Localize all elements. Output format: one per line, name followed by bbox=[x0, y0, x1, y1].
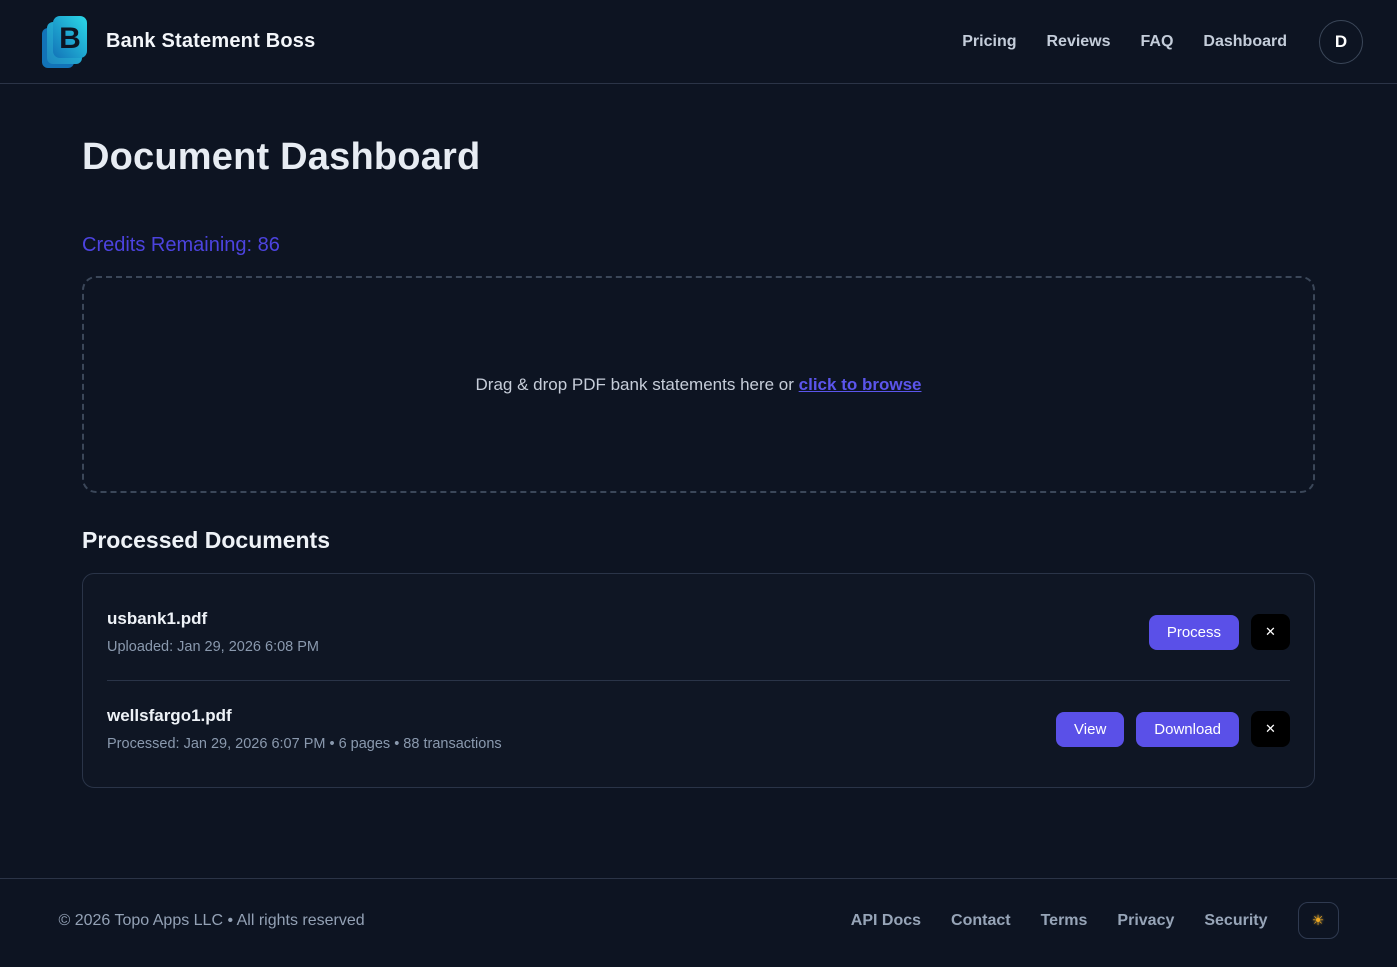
footer-link-terms[interactable]: Terms bbox=[1041, 912, 1088, 930]
credits-remaining: Credits Remaining: 86 bbox=[82, 234, 1315, 257]
document-actions: View Download ✕ bbox=[1056, 711, 1290, 747]
app-footer: © 2026 Topo Apps LLC • All rights reserv… bbox=[0, 878, 1397, 967]
nav-faq[interactable]: FAQ bbox=[1141, 33, 1174, 51]
document-actions: Process ✕ bbox=[1149, 614, 1290, 650]
app-logo-icon: B bbox=[40, 14, 90, 70]
app-title: Bank Statement Boss bbox=[106, 30, 315, 53]
upload-dropzone[interactable]: Drag & drop PDF bank statements here or … bbox=[82, 276, 1315, 493]
document-info: usbank1.pdf Uploaded: Jan 29, 2026 6:08 … bbox=[107, 609, 319, 655]
document-row: usbank1.pdf Uploaded: Jan 29, 2026 6:08 … bbox=[107, 584, 1290, 680]
close-icon: ✕ bbox=[1265, 721, 1276, 737]
footer-link-security[interactable]: Security bbox=[1204, 912, 1267, 930]
copyright-text: © 2026 Topo Apps LLC • All rights reserv… bbox=[59, 912, 365, 930]
documents-card: usbank1.pdf Uploaded: Jan 29, 2026 6:08 … bbox=[82, 573, 1315, 788]
browse-files-link[interactable]: click to browse bbox=[799, 375, 922, 394]
remove-document-button[interactable]: ✕ bbox=[1251, 711, 1290, 747]
view-button[interactable]: View bbox=[1056, 712, 1124, 747]
footer-link-api-docs[interactable]: API Docs bbox=[851, 912, 921, 930]
main-content: Document Dashboard Credits Remaining: 86… bbox=[82, 84, 1315, 878]
process-button[interactable]: Process bbox=[1149, 615, 1239, 650]
document-name: usbank1.pdf bbox=[107, 609, 319, 629]
main-nav: Pricing Reviews FAQ Dashboard D bbox=[962, 20, 1363, 64]
nav-reviews[interactable]: Reviews bbox=[1046, 33, 1110, 51]
dropzone-instruction: Drag & drop PDF bank statements here or bbox=[476, 375, 799, 394]
download-button[interactable]: Download bbox=[1136, 712, 1239, 747]
svg-text:B: B bbox=[59, 22, 81, 55]
brand[interactable]: B Bank Statement Boss bbox=[40, 14, 315, 70]
page-title: Document Dashboard bbox=[82, 136, 1315, 179]
dropzone-text: Drag & drop PDF bank statements here or … bbox=[476, 375, 922, 395]
footer-link-privacy[interactable]: Privacy bbox=[1117, 912, 1174, 930]
document-name: wellsfargo1.pdf bbox=[107, 706, 502, 726]
user-avatar[interactable]: D bbox=[1319, 20, 1363, 64]
app-header: B Bank Statement Boss Pricing Reviews FA… bbox=[0, 0, 1397, 84]
processed-documents-heading: Processed Documents bbox=[82, 527, 1315, 554]
document-row: wellsfargo1.pdf Processed: Jan 29, 2026 … bbox=[107, 680, 1290, 777]
document-meta: Processed: Jan 29, 2026 6:07 PM • 6 page… bbox=[107, 736, 502, 752]
theme-toggle-button[interactable]: ☀ bbox=[1298, 902, 1339, 939]
nav-dashboard[interactable]: Dashboard bbox=[1203, 33, 1287, 51]
remove-document-button[interactable]: ✕ bbox=[1251, 614, 1290, 650]
nav-pricing[interactable]: Pricing bbox=[962, 33, 1016, 51]
footer-link-contact[interactable]: Contact bbox=[951, 912, 1011, 930]
document-info: wellsfargo1.pdf Processed: Jan 29, 2026 … bbox=[107, 706, 502, 752]
footer-nav: API Docs Contact Terms Privacy Security … bbox=[851, 902, 1339, 939]
sun-icon: ☀ bbox=[1312, 912, 1325, 929]
document-meta: Uploaded: Jan 29, 2026 6:08 PM bbox=[107, 639, 319, 655]
close-icon: ✕ bbox=[1265, 624, 1276, 640]
